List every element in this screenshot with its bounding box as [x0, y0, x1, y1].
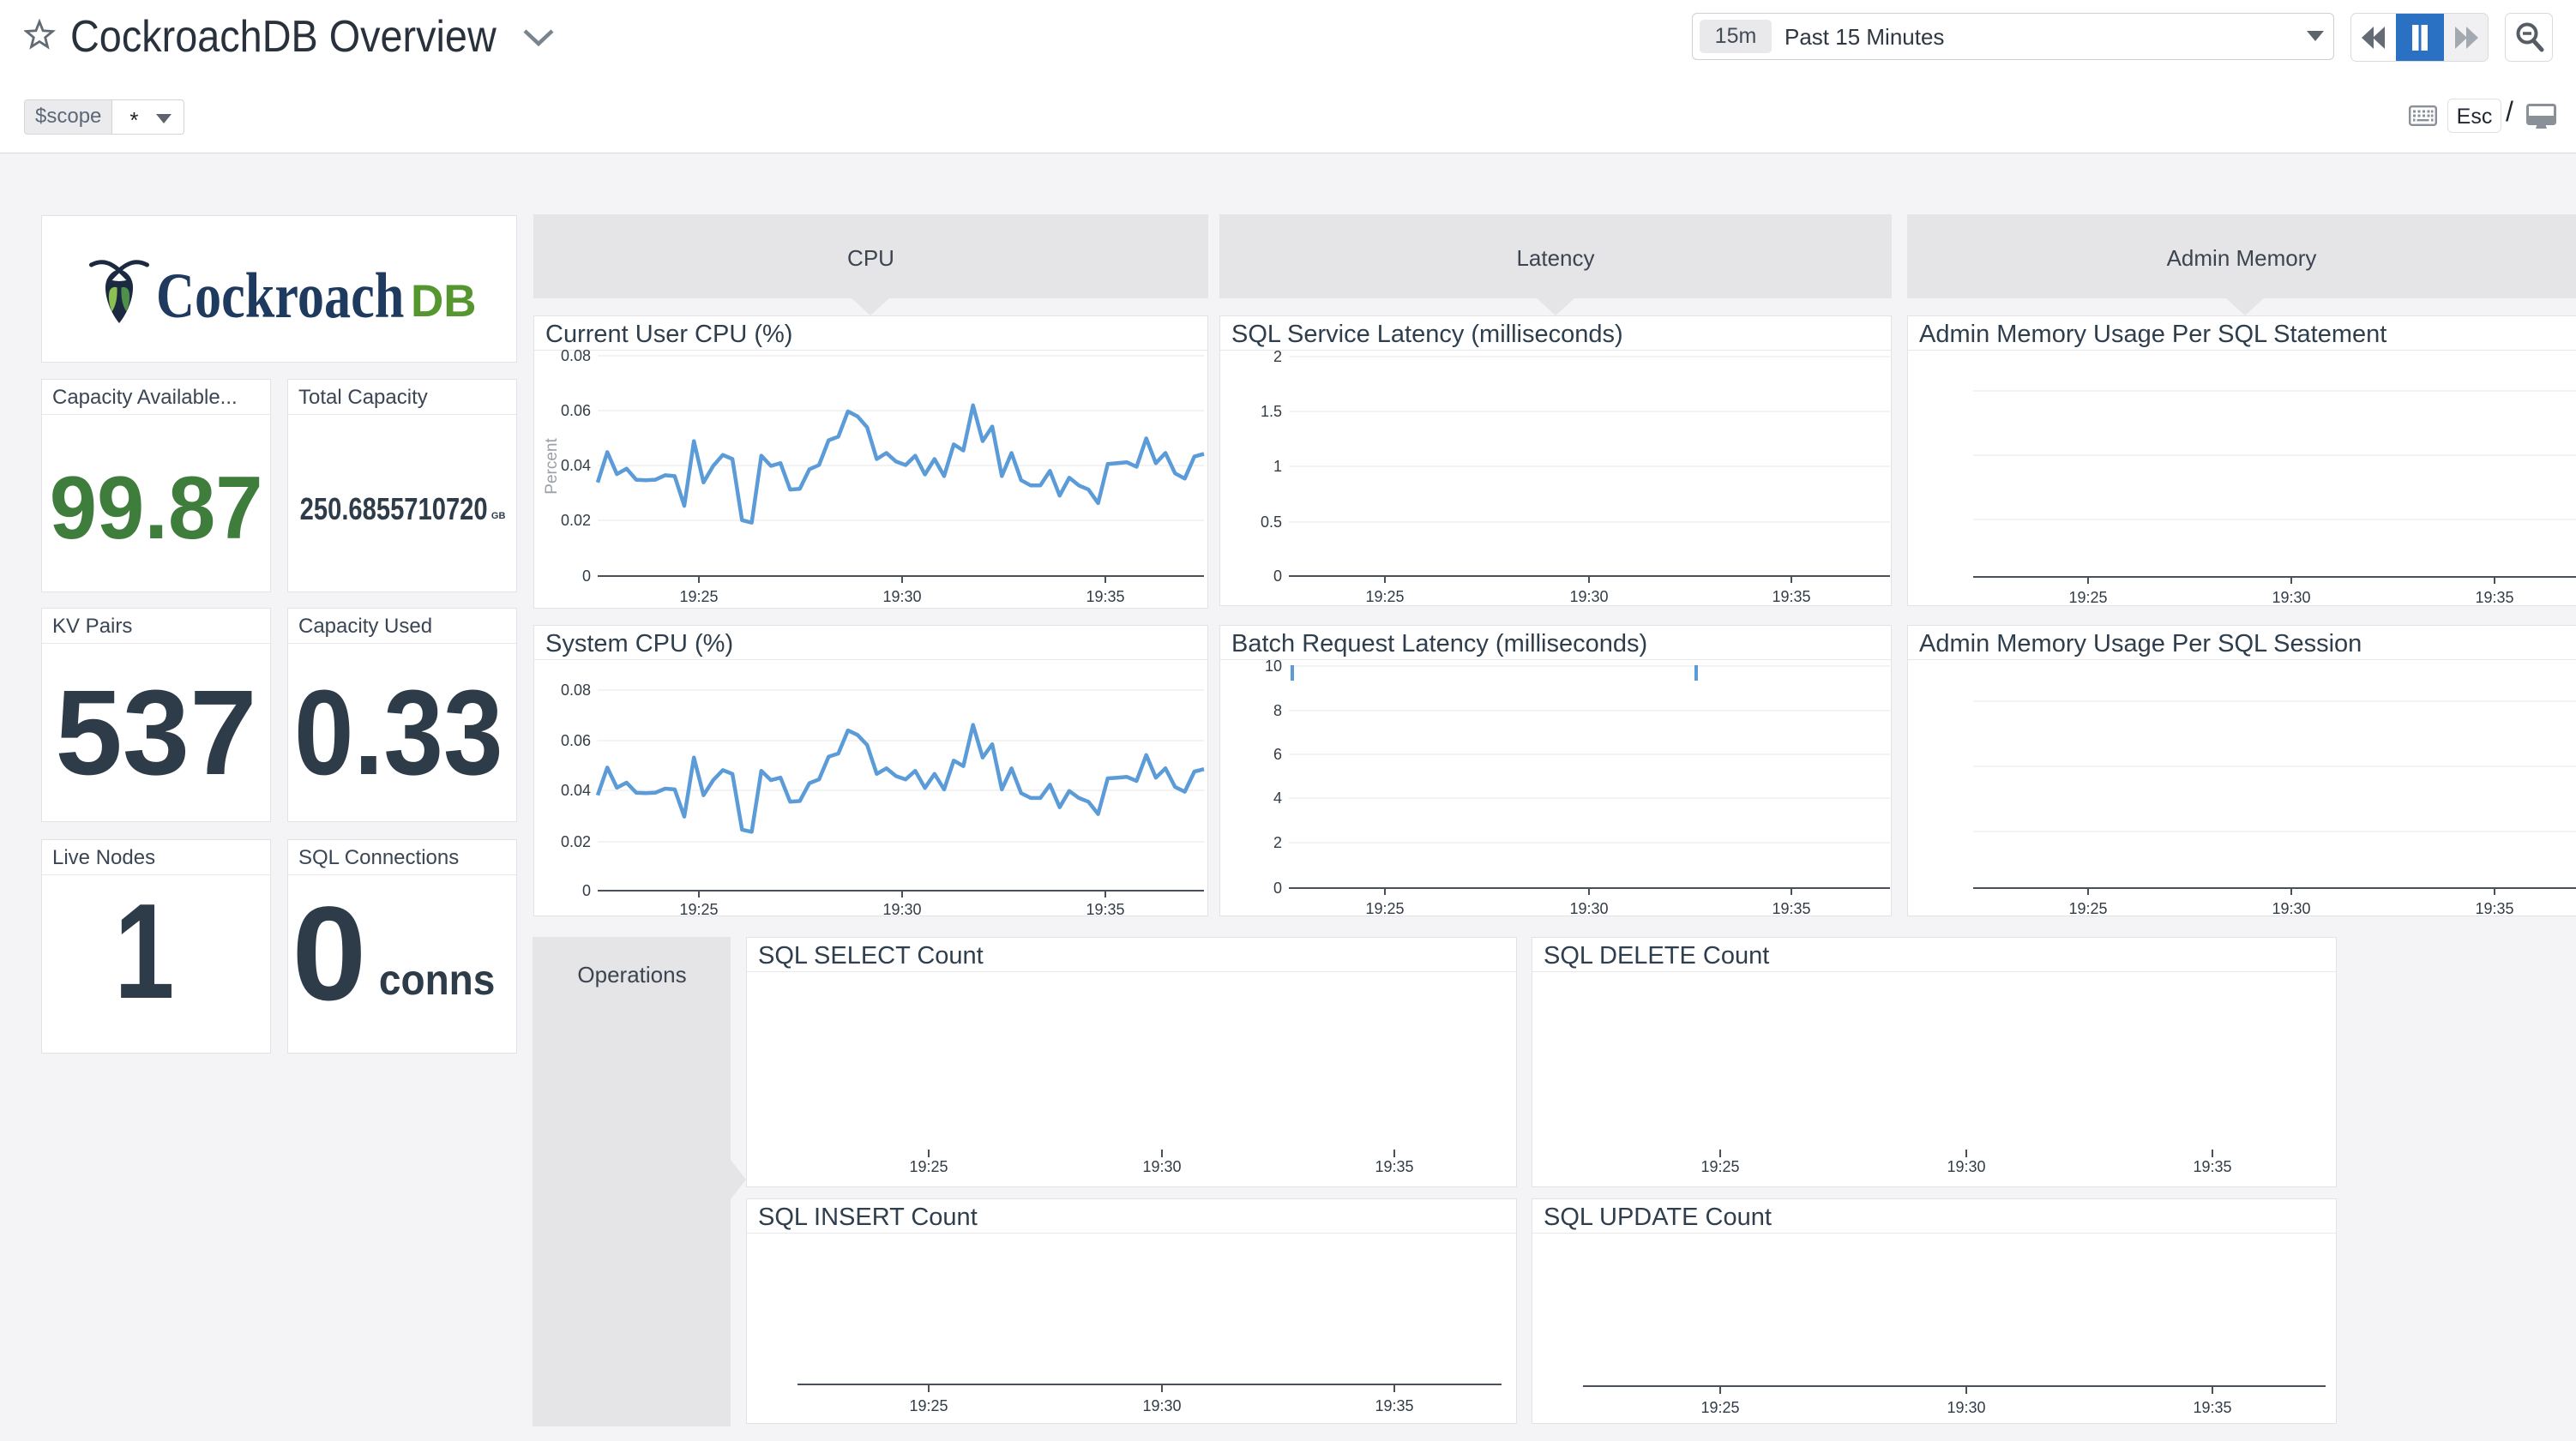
svg-text:19:25: 19:25	[2068, 900, 2107, 916]
svg-text:0.06: 0.06	[561, 402, 591, 419]
svg-text:19:25: 19:25	[679, 588, 718, 605]
svg-text:19:30: 19:30	[1569, 900, 1608, 916]
svg-text:2: 2	[1273, 834, 1282, 851]
svg-text:0: 0	[1273, 880, 1282, 897]
svg-text:19:25: 19:25	[1365, 900, 1404, 916]
svg-text:19:25: 19:25	[2068, 589, 2107, 605]
svg-text:8: 8	[1273, 702, 1282, 719]
svg-text:19:30: 19:30	[1142, 1158, 1181, 1175]
svg-text:0.08: 0.08	[561, 681, 591, 699]
svg-text:6: 6	[1273, 746, 1282, 763]
svg-text:1.5: 1.5	[1261, 403, 1282, 420]
svg-text:19:30: 19:30	[1569, 588, 1608, 605]
svg-text:19:25: 19:25	[1700, 1158, 1739, 1175]
svg-text:19:30: 19:30	[2272, 589, 2310, 605]
svg-text:0.02: 0.02	[561, 833, 591, 850]
svg-text:0: 0	[1273, 567, 1282, 585]
svg-text:19:30: 19:30	[1142, 1397, 1181, 1414]
svg-text:0.04: 0.04	[561, 782, 591, 799]
svg-text:0.06: 0.06	[561, 732, 591, 749]
svg-text:0.02: 0.02	[561, 512, 591, 529]
svg-text:19:35: 19:35	[2475, 589, 2513, 605]
svg-text:1: 1	[1273, 458, 1282, 475]
svg-text:19:25: 19:25	[909, 1158, 948, 1175]
svg-text:19:30: 19:30	[882, 588, 921, 605]
svg-text:Percent: Percent	[543, 438, 561, 495]
svg-text:19:25: 19:25	[679, 901, 718, 916]
svg-text:0: 0	[582, 882, 591, 899]
svg-text:19:35: 19:35	[1086, 901, 1124, 916]
svg-text:19:25: 19:25	[1365, 588, 1404, 605]
svg-text:0: 0	[582, 567, 591, 585]
svg-text:19:35: 19:35	[1375, 1158, 1413, 1175]
svg-text:19:35: 19:35	[2193, 1158, 2231, 1175]
svg-text:0.5: 0.5	[1261, 513, 1282, 531]
svg-text:19:35: 19:35	[2193, 1399, 2231, 1416]
svg-text:19:35: 19:35	[1375, 1397, 1413, 1414]
svg-text:19:35: 19:35	[1772, 900, 1810, 916]
svg-text:19:30: 19:30	[2272, 900, 2310, 916]
svg-text:4: 4	[1273, 790, 1282, 807]
svg-text:19:25: 19:25	[1700, 1399, 1739, 1416]
svg-text:2: 2	[1273, 348, 1282, 365]
svg-text:19:30: 19:30	[1947, 1399, 1985, 1416]
svg-text:19:35: 19:35	[1086, 588, 1124, 605]
svg-text:19:30: 19:30	[1947, 1158, 1985, 1175]
svg-text:0.04: 0.04	[561, 457, 591, 474]
svg-text:10: 10	[1265, 657, 1282, 675]
svg-text:19:25: 19:25	[909, 1397, 948, 1414]
svg-text:19:30: 19:30	[882, 901, 921, 916]
svg-text:0.08: 0.08	[561, 347, 591, 364]
svg-text:19:35: 19:35	[2475, 900, 2513, 916]
svg-text:19:35: 19:35	[1772, 588, 1810, 605]
